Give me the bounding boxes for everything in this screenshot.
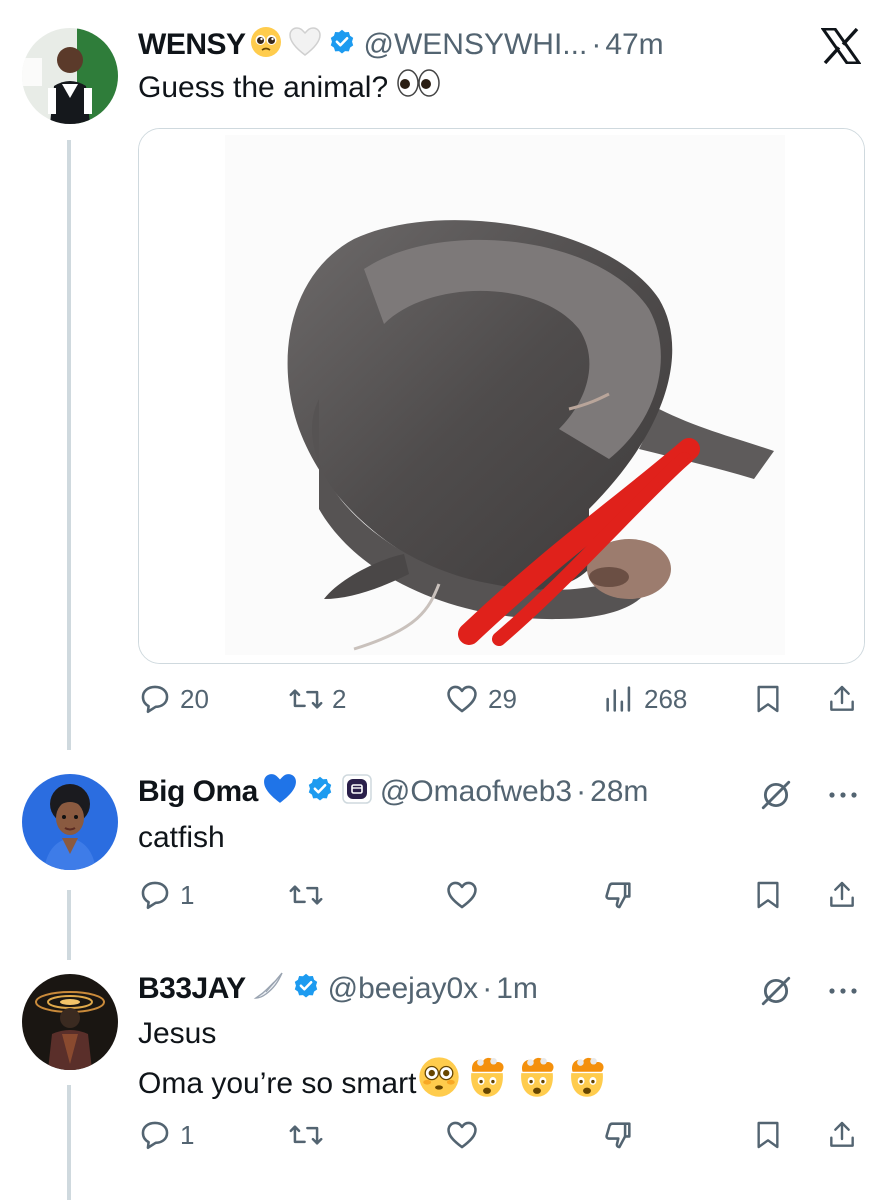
reply-header: Big Oma @Omaofweb3 · 28m — [138, 772, 648, 811]
reply-text-row: Jesus — [138, 1012, 216, 1056]
reply-text-line-2: Oma you’re so smart — [138, 1066, 417, 1100]
reply-button[interactable]: 1 — [138, 878, 194, 912]
repost-button[interactable] — [288, 878, 324, 912]
avatar-big-oma[interactable] — [22, 774, 118, 870]
affiliate-badge-icon — [342, 774, 372, 809]
reply-button[interactable]: 1 — [138, 1118, 194, 1152]
wing-emoji — [252, 970, 286, 1007]
exploding-head-emoji — [564, 1056, 610, 1111]
repost-icon — [288, 878, 324, 912]
reply-button[interactable]: 20 — [138, 682, 209, 716]
heart-icon — [444, 878, 480, 912]
more-icon[interactable] — [825, 780, 861, 815]
repost-icon — [288, 682, 324, 716]
reply-count: 20 — [180, 683, 209, 714]
reply-count: 1 — [180, 879, 195, 910]
avatar-wensy[interactable] — [22, 28, 118, 124]
repost-button[interactable]: 2 — [288, 682, 346, 716]
views-icon — [602, 682, 636, 716]
grok-icon[interactable] — [759, 974, 793, 1013]
blue-heart-emoji — [260, 772, 300, 811]
thread-line — [67, 1085, 71, 1200]
repost-button[interactable] — [288, 1118, 324, 1152]
bookmark-button[interactable] — [752, 682, 784, 716]
post-text-row: Guess the animal? — [138, 66, 442, 111]
avatar-b33jay[interactable] — [22, 974, 118, 1070]
share-icon — [826, 878, 858, 912]
author-handle[interactable]: @beejay0x — [328, 972, 479, 1006]
author-name[interactable]: WENSY — [138, 28, 246, 62]
verified-badge-icon — [306, 775, 334, 808]
bookmark-button[interactable] — [752, 878, 784, 912]
reply-timestamp[interactable]: 28m — [590, 775, 648, 809]
like-button[interactable]: 29 — [444, 682, 517, 716]
post-timestamp[interactable]: 47m — [605, 28, 663, 62]
white-heart-emoji — [288, 26, 322, 63]
exploding-head-emoji — [514, 1056, 560, 1111]
heart-icon — [444, 1118, 480, 1152]
share-icon — [826, 682, 858, 716]
exploding-head-emoji — [464, 1056, 510, 1111]
like-button[interactable] — [444, 878, 480, 912]
like-count: 29 — [488, 683, 517, 714]
downvote-button[interactable] — [600, 878, 636, 912]
more-icon[interactable] — [825, 976, 861, 1011]
bookmark-icon — [752, 878, 784, 912]
reply-action-bar: 1 — [138, 878, 863, 918]
thread-line — [67, 140, 71, 750]
post-text: Guess the animal? — [138, 71, 389, 104]
pleading-face-emoji — [250, 26, 282, 63]
reply-timestamp[interactable]: 1m — [496, 972, 538, 1006]
reply-icon — [138, 878, 172, 912]
eyes-emoji — [396, 67, 442, 111]
share-button[interactable] — [826, 682, 858, 716]
author-handle[interactable]: @WENSYWHI... — [364, 28, 588, 62]
author-handle[interactable]: @Omaofweb3 — [380, 775, 572, 809]
reply-count: 1 — [180, 1119, 195, 1150]
repost-count: 2 — [332, 683, 347, 714]
downvote-button[interactable] — [600, 1118, 636, 1152]
author-name[interactable]: Big Oma — [138, 775, 258, 809]
share-icon — [826, 1118, 858, 1152]
bookmark-icon — [752, 682, 784, 716]
flushed-face-emoji — [418, 1056, 460, 1111]
downvote-icon — [600, 878, 636, 912]
grok-icon[interactable] — [759, 778, 793, 817]
reply-text-line-1: Jesus — [138, 1017, 217, 1050]
share-button[interactable] — [826, 1118, 858, 1152]
post-header: WENSY @WENSYWHI... · 47m — [138, 26, 664, 63]
heart-icon — [444, 682, 480, 716]
views-button[interactable]: 268 — [602, 682, 687, 716]
separator-dot: · — [591, 27, 602, 61]
reply-icon — [138, 1118, 172, 1152]
reply-text: catfish — [138, 821, 225, 854]
share-button[interactable] — [826, 878, 858, 912]
repost-icon — [288, 1118, 324, 1152]
reply-header: B33JAY @beejay0x · 1m — [138, 970, 538, 1007]
post-image[interactable] — [138, 128, 865, 664]
downvote-icon — [600, 1118, 636, 1152]
reply-text-row: Oma you’re so smart — [138, 1056, 610, 1111]
reply-action-bar: 1 — [138, 1118, 863, 1158]
reply-text-row: catfish — [138, 816, 225, 860]
post-action-bar: 20 2 29 268 — [138, 682, 863, 722]
thread-line — [67, 890, 71, 960]
like-button[interactable] — [444, 1118, 480, 1152]
bookmark-button[interactable] — [752, 1118, 784, 1152]
separator-dot: · — [482, 971, 493, 1005]
bookmark-icon — [752, 1118, 784, 1152]
separator-dot: · — [576, 774, 587, 808]
author-name[interactable]: B33JAY — [138, 972, 246, 1006]
verified-badge-icon — [292, 972, 320, 1005]
reply-icon — [138, 682, 172, 716]
x-logo-icon[interactable] — [820, 27, 862, 69]
views-count: 268 — [644, 683, 688, 714]
verified-badge-icon — [328, 28, 356, 61]
